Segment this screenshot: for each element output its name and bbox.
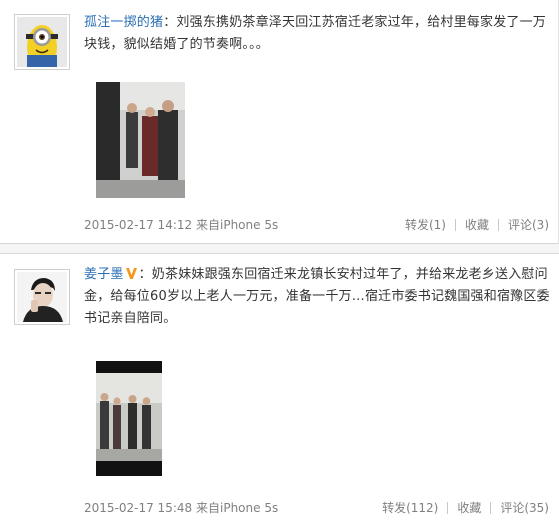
- post-text: 姜子墨 ：奶茶妹妹跟强东回宿迁来龙镇长安村过年了，并给来龙老乡送入慰问金，给每位6…: [84, 264, 550, 330]
- photo-image: [96, 82, 185, 198]
- photo-image: [96, 361, 162, 476]
- post-photo[interactable]: [96, 361, 162, 476]
- post-text: 孤注一掷的猪：刘强东携奶茶章泽天回江苏宿迁老家过年，给村里每家发了一万块钱，貌似…: [84, 12, 550, 56]
- divider: [490, 502, 492, 514]
- comment-button[interactable]: 评论(3): [508, 216, 549, 234]
- weibo-post-2: 姜子墨 ：奶茶妹妹跟强东回宿迁来龙镇长安村过年了，并给来龙老乡送入慰问金，给每位6…: [0, 254, 559, 529]
- username-link[interactable]: 孤注一掷的猪: [84, 15, 163, 30]
- post-actions: 转发(112) 收藏 评论(35): [382, 499, 549, 517]
- avatar[interactable]: [14, 269, 70, 325]
- weibo-post-1: 孤注一掷的猪：刘强东携奶茶章泽天回江苏宿迁老家过年，给村里每家发了一万块钱，貌似…: [0, 0, 559, 243]
- username-link[interactable]: 姜子墨: [84, 267, 124, 282]
- post-photo[interactable]: [96, 82, 185, 198]
- repost-button[interactable]: 转发(1): [405, 216, 446, 234]
- favorite-button[interactable]: 收藏: [465, 216, 489, 234]
- post-source[interactable]: 来自iPhone 5s: [196, 216, 278, 234]
- post-content: ：奶茶妹妹跟强东回宿迁来龙镇长安村过年了，并给来龙老乡送入慰问金，给每位60岁以…: [84, 267, 550, 326]
- user-avatar-image: [17, 272, 67, 322]
- comment-button[interactable]: 评论(35): [500, 499, 549, 517]
- divider: [447, 502, 449, 514]
- post-footer: 2015-02-17 14:12 来自iPhone 5s 转发(1) 收藏 评论(3…: [84, 216, 549, 234]
- post-timestamp[interactable]: 2015-02-17 14:12: [84, 216, 192, 234]
- post-actions: 转发(1) 收藏 评论(3): [405, 216, 549, 234]
- post-footer: 2015-02-17 15:48 来自iPhone 5s 转发(112) 收藏 评论…: [84, 499, 549, 517]
- post-timestamp[interactable]: 2015-02-17 15:48: [84, 499, 192, 517]
- verified-v-icon: [125, 268, 137, 279]
- post-source[interactable]: 来自iPhone 5s: [196, 499, 278, 517]
- divider: [454, 219, 456, 231]
- post-separator: [0, 243, 559, 254]
- avatar[interactable]: [14, 14, 70, 70]
- divider: [498, 219, 499, 231]
- repost-button[interactable]: 转发(112): [382, 499, 438, 517]
- favorite-button[interactable]: 收藏: [457, 499, 481, 517]
- minion-avatar-image: [17, 17, 67, 67]
